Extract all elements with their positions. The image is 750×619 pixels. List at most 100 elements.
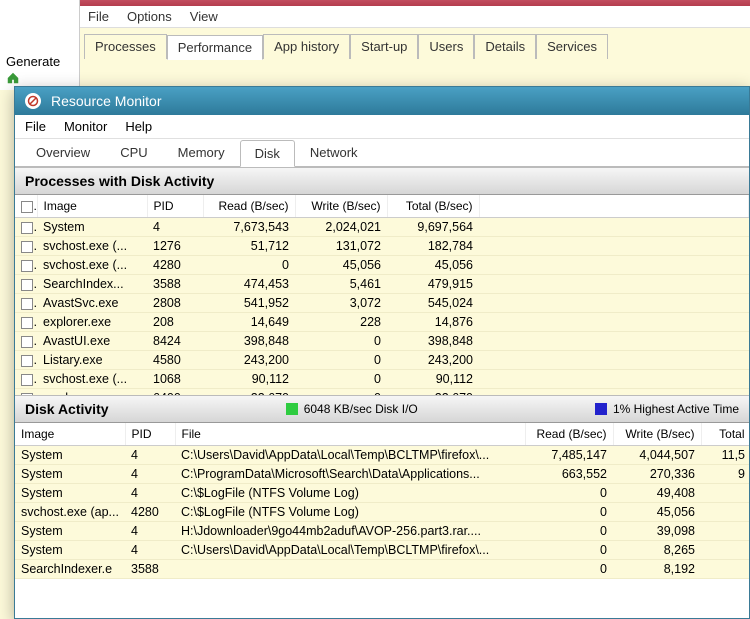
table-row[interactable]: System4H:\Jdownloader\9go44mb2aduf\AVOP-… <box>15 522 749 541</box>
cell-pid: 208 <box>147 313 203 332</box>
resmon-menu-help[interactable]: Help <box>125 119 152 134</box>
cell-total: 243,200 <box>387 351 479 370</box>
checkbox-icon[interactable] <box>21 201 33 213</box>
cell-file: C:\Users\David\AppData\Local\Temp\BCLTMP… <box>175 541 525 560</box>
tm-tab-services[interactable]: Services <box>536 34 608 59</box>
cell-write: 0 <box>295 332 387 351</box>
table-row[interactable]: Listary.exe4580243,2000243,200 <box>15 351 749 370</box>
cell-write: 131,072 <box>295 237 387 256</box>
cell-image: AvastUI.exe <box>37 332 147 351</box>
table-row[interactable]: svchost.exe (...4280045,05645,056 <box>15 256 749 275</box>
disk-col-image[interactable]: Image <box>15 423 125 446</box>
cell-write: 49,408 <box>613 484 701 503</box>
cell-total: 45,056 <box>387 256 479 275</box>
cell-file: C:\ProgramData\Microsoft\Search\Data\App… <box>175 465 525 484</box>
cell-image: SearchIndexer.e <box>15 560 125 579</box>
proc-section-header[interactable]: Processes with Disk Activity <box>15 167 749 195</box>
cell-image: System <box>37 218 147 237</box>
row-checkbox[interactable] <box>21 336 33 348</box>
disk-col-total[interactable]: Total <box>701 423 749 446</box>
resmon-menu-monitor[interactable]: Monitor <box>64 119 107 134</box>
tm-tab-startup[interactable]: Start-up <box>350 34 418 59</box>
resmon-tab-memory[interactable]: Memory <box>163 139 240 166</box>
disk-col-pid[interactable]: PID <box>125 423 175 446</box>
tm-menu-view[interactable]: View <box>190 9 218 24</box>
proc-table: Image PID Read (B/sec) Write (B/sec) Tot… <box>15 195 749 395</box>
cell-write: 3,072 <box>295 294 387 313</box>
cell-write: 0 <box>295 370 387 389</box>
disk-section-header[interactable]: Disk Activity 6048 KB/sec Disk I/O 1% Hi… <box>15 395 749 423</box>
cell-total: 9,697,564 <box>387 218 479 237</box>
generate-button[interactable]: Generate <box>0 50 79 89</box>
disk-io-indicator: 6048 KB/sec Disk I/O <box>286 402 418 416</box>
disk-section-title: Disk Activity <box>25 401 109 417</box>
cell-write: 228 <box>295 313 387 332</box>
cell-pid: 4 <box>125 484 175 503</box>
cell-image: svchost.exe (... <box>37 370 147 389</box>
cell-file: C:\$LogFile (NTFS Volume Log) <box>175 503 525 522</box>
table-row[interactable]: SearchIndex...3588474,4535,461479,915 <box>15 275 749 294</box>
tm-tab-details[interactable]: Details <box>474 34 536 59</box>
cell-write: 0 <box>295 351 387 370</box>
cell-file: C:\$LogFile (NTFS Volume Log) <box>175 484 525 503</box>
proc-header-check[interactable] <box>15 195 37 218</box>
cell-image: AvastSvc.exe <box>37 294 147 313</box>
row-checkbox[interactable] <box>21 260 33 272</box>
row-checkbox[interactable] <box>21 298 33 310</box>
tm-menu-options[interactable]: Options <box>127 9 172 24</box>
cell-pid: 4 <box>125 465 175 484</box>
cell-read: 663,552 <box>525 465 613 484</box>
table-row[interactable]: svchost.exe (...127651,712131,072182,784 <box>15 237 749 256</box>
disk-col-file[interactable]: File <box>175 423 525 446</box>
table-row[interactable]: AvastSvc.exe2808541,9523,072545,024 <box>15 294 749 313</box>
row-checkbox[interactable] <box>21 241 33 253</box>
proc-section-title: Processes with Disk Activity <box>25 173 214 189</box>
cell-image: explorer.exe <box>37 313 147 332</box>
proc-col-image[interactable]: Image <box>37 195 147 218</box>
disk-col-write[interactable]: Write (B/sec) <box>613 423 701 446</box>
tm-tab-apphistory[interactable]: App history <box>263 34 350 59</box>
table-row[interactable]: System4C:\$LogFile (NTFS Volume Log)049,… <box>15 484 749 503</box>
table-row[interactable]: svchost.exe (...106890,112090,112 <box>15 370 749 389</box>
table-row[interactable]: System4C:\Users\David\AppData\Local\Temp… <box>15 446 749 465</box>
proc-col-write[interactable]: Write (B/sec) <box>295 195 387 218</box>
table-row[interactable]: explorer.exe20814,64922814,876 <box>15 313 749 332</box>
cell-total: 545,024 <box>387 294 479 313</box>
row-checkbox[interactable] <box>21 355 33 367</box>
disk-table-container: Image PID File Read (B/sec) Write (B/sec… <box>15 423 749 618</box>
resmon-menu-file[interactable]: File <box>25 119 46 134</box>
resmon-tab-disk[interactable]: Disk <box>240 140 295 167</box>
cell-total <box>701 522 749 541</box>
proc-col-pid[interactable]: PID <box>147 195 203 218</box>
table-row[interactable]: SearchIndexer.e358808,192 <box>15 560 749 579</box>
cell-image: System <box>15 446 125 465</box>
table-row[interactable]: AvastUI.exe8424398,8480398,848 <box>15 332 749 351</box>
table-row[interactable]: svchost.exe (ap...4280C:\$LogFile (NTFS … <box>15 503 749 522</box>
row-checkbox[interactable] <box>21 374 33 386</box>
tm-menu-file[interactable]: File <box>88 9 109 24</box>
resmon-tab-cpu[interactable]: CPU <box>105 139 162 166</box>
row-checkbox[interactable] <box>21 222 33 234</box>
disk-active-indicator: 1% Highest Active Time <box>595 402 739 416</box>
resmon-titlebar[interactable]: Resource Monitor <box>15 87 749 115</box>
cell-image: System <box>15 484 125 503</box>
resmon-tab-network[interactable]: Network <box>295 139 373 166</box>
tm-tab-performance[interactable]: Performance <box>167 35 263 60</box>
proc-col-total[interactable]: Total (B/sec) <box>387 195 479 218</box>
row-checkbox[interactable] <box>21 279 33 291</box>
cell-pid: 4 <box>147 218 203 237</box>
tm-tab-processes[interactable]: Processes <box>84 34 167 59</box>
cell-total: 11,5 <box>701 446 749 465</box>
table-row[interactable]: System4C:\Users\David\AppData\Local\Temp… <box>15 541 749 560</box>
table-row[interactable]: System4C:\ProgramData\Microsoft\Search\D… <box>15 465 749 484</box>
disk-col-read[interactable]: Read (B/sec) <box>525 423 613 446</box>
table-row[interactable]: System47,673,5432,024,0219,697,564 <box>15 218 749 237</box>
cell-pid: 4 <box>125 522 175 541</box>
row-checkbox[interactable] <box>21 317 33 329</box>
resmon-tab-overview[interactable]: Overview <box>21 139 105 166</box>
resmon-app-icon <box>25 93 41 109</box>
tm-tab-users[interactable]: Users <box>418 34 474 59</box>
cell-read: 51,712 <box>203 237 295 256</box>
proc-col-read[interactable]: Read (B/sec) <box>203 195 295 218</box>
cell-read: 14,649 <box>203 313 295 332</box>
